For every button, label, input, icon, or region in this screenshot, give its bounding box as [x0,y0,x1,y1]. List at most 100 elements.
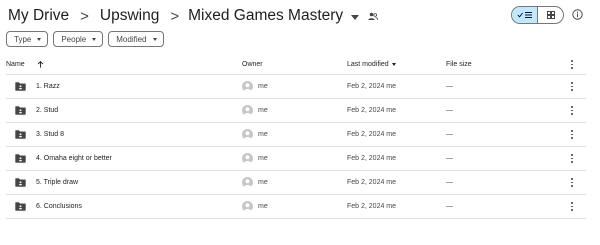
owner-cell: me [242,201,268,212]
breadcrumb-upswing[interactable]: Upswing [98,7,161,25]
filter-modified-chip[interactable]: Modified [108,31,164,47]
chevron-down-icon [37,37,42,41]
table-row[interactable]: 1. Razz me Feb 2, 2024 me — [6,75,586,99]
breadcrumb-current-folder[interactable]: Mixed Games Mastery [188,7,343,25]
name-cell: 6. Conclusions [6,202,82,211]
view-toggle [511,6,564,24]
name-cell: 4. Omaha eight or better [6,154,112,163]
name-column-header[interactable]: Name [6,61,44,68]
name-cell: 5. Triple draw [6,178,78,187]
file-size-cell: — [446,107,453,114]
more-actions-button[interactable] [568,154,576,163]
owner-name: me [258,155,268,162]
last-modified-cell: Feb 2, 2024 me [347,107,397,114]
file-name[interactable]: 3. Stud 8 [36,131,64,138]
last-modified-cell: Feb 2, 2024 me [347,179,397,186]
avatar [242,177,253,188]
owner-cell: me [242,129,268,140]
more-vert-icon [571,154,573,163]
name-cell: 3. Stud 8 [6,130,64,139]
shared-folder-icon [15,130,26,139]
owner-name: me [258,107,268,114]
file-name[interactable]: 5. Triple draw [36,179,78,186]
last-modified-cell: Feb 2, 2024 me [347,83,397,90]
avatar [242,105,253,116]
table-row[interactable]: 3. Stud 8 me Feb 2, 2024 me — [6,123,586,147]
file-table: Name Owner Last modified File size 1. Ra… [6,55,586,219]
owner-name: me [258,179,268,186]
owner-column-header: Owner [242,61,263,68]
avatar [242,81,253,92]
table-header: Name Owner Last modified File size [6,55,586,75]
chevron-down-icon [92,37,97,41]
owner-name: me [258,131,268,138]
shared-folder-icon [15,106,26,115]
more-vert-icon [571,106,573,115]
info-icon [572,9,583,20]
grid-view-button[interactable] [538,7,563,23]
more-actions-button[interactable] [568,178,576,187]
file-name[interactable]: 2. Stud [36,107,58,114]
more-vert-icon[interactable] [568,60,576,69]
more-actions-button[interactable] [568,130,576,139]
more-vert-icon [571,202,573,211]
folder-menu-caret-icon[interactable] [351,14,360,20]
more-vert-icon [571,82,573,91]
shared-folder-icon [15,178,26,187]
grid-view-icon [546,11,555,19]
filter-type-chip[interactable]: Type [6,31,49,47]
last-modified-cell: Feb 2, 2024 me [347,155,397,162]
filter-people-chip[interactable]: People [53,31,104,47]
table-row[interactable]: 4. Omaha eight or better me Feb 2, 2024 … [6,147,586,171]
table-row[interactable]: 5. Triple draw me Feb 2, 2024 me — [6,171,586,195]
last-modified-header-label: Last modified [347,61,389,68]
owner-cell: me [242,177,268,188]
breadcrumb-separator: > [80,7,89,25]
more-actions-button[interactable] [568,202,576,211]
avatar [242,129,253,140]
name-cell: 1. Razz [6,82,60,91]
shared-folder-icon [15,82,26,91]
file-name[interactable]: 1. Razz [36,83,60,90]
file-size-cell: — [446,179,453,186]
chevron-down-icon [152,37,157,41]
avatar [242,153,253,164]
more-vert-icon [571,130,573,139]
file-name[interactable]: 4. Omaha eight or better [36,155,112,162]
last-modified-cell: Feb 2, 2024 me [347,131,397,138]
filter-type-label: Type [14,34,32,44]
more-actions-button[interactable] [568,106,576,115]
owner-cell: me [242,153,268,164]
filter-people-label: People [61,34,87,44]
owner-name: me [258,83,268,90]
list-view-icon [516,12,532,18]
arrow-up-icon[interactable] [37,61,44,68]
file-size-cell: — [446,131,453,138]
more-vert-icon [571,178,573,187]
filter-modified-label: Modified [116,34,147,44]
last-modified-cell: Feb 2, 2024 me [347,203,397,210]
file-size-cell: — [446,83,453,90]
owner-cell: me [242,105,268,116]
list-view-button[interactable] [512,7,538,23]
shared-folder-icon [15,154,26,163]
name-cell: 2. Stud [6,106,58,115]
shared-folder-people-icon[interactable] [368,12,379,21]
table-row[interactable]: 6. Conclusions me Feb 2, 2024 me — [6,195,586,219]
table-row[interactable]: 2. Stud me Feb 2, 2024 me — [6,99,586,123]
last-modified-column-header[interactable]: Last modified [347,61,396,68]
more-actions-button[interactable] [568,82,576,91]
file-size-column-header: File size [446,61,472,68]
breadcrumb: My Drive > Upswing > Mixed Games Mastery [6,5,379,27]
name-header-label: Name [6,61,25,68]
chevron-down-icon [391,63,396,66]
shared-folder-icon [15,202,26,211]
owner-name: me [258,203,268,210]
file-size-cell: — [446,203,453,210]
file-name[interactable]: 6. Conclusions [36,203,82,210]
breadcrumb-separator: > [170,7,180,25]
file-size-cell: — [446,155,453,162]
breadcrumb-my-drive[interactable]: My Drive [6,7,71,25]
info-button[interactable] [571,8,584,21]
filter-bar: Type People Modified [6,31,164,47]
